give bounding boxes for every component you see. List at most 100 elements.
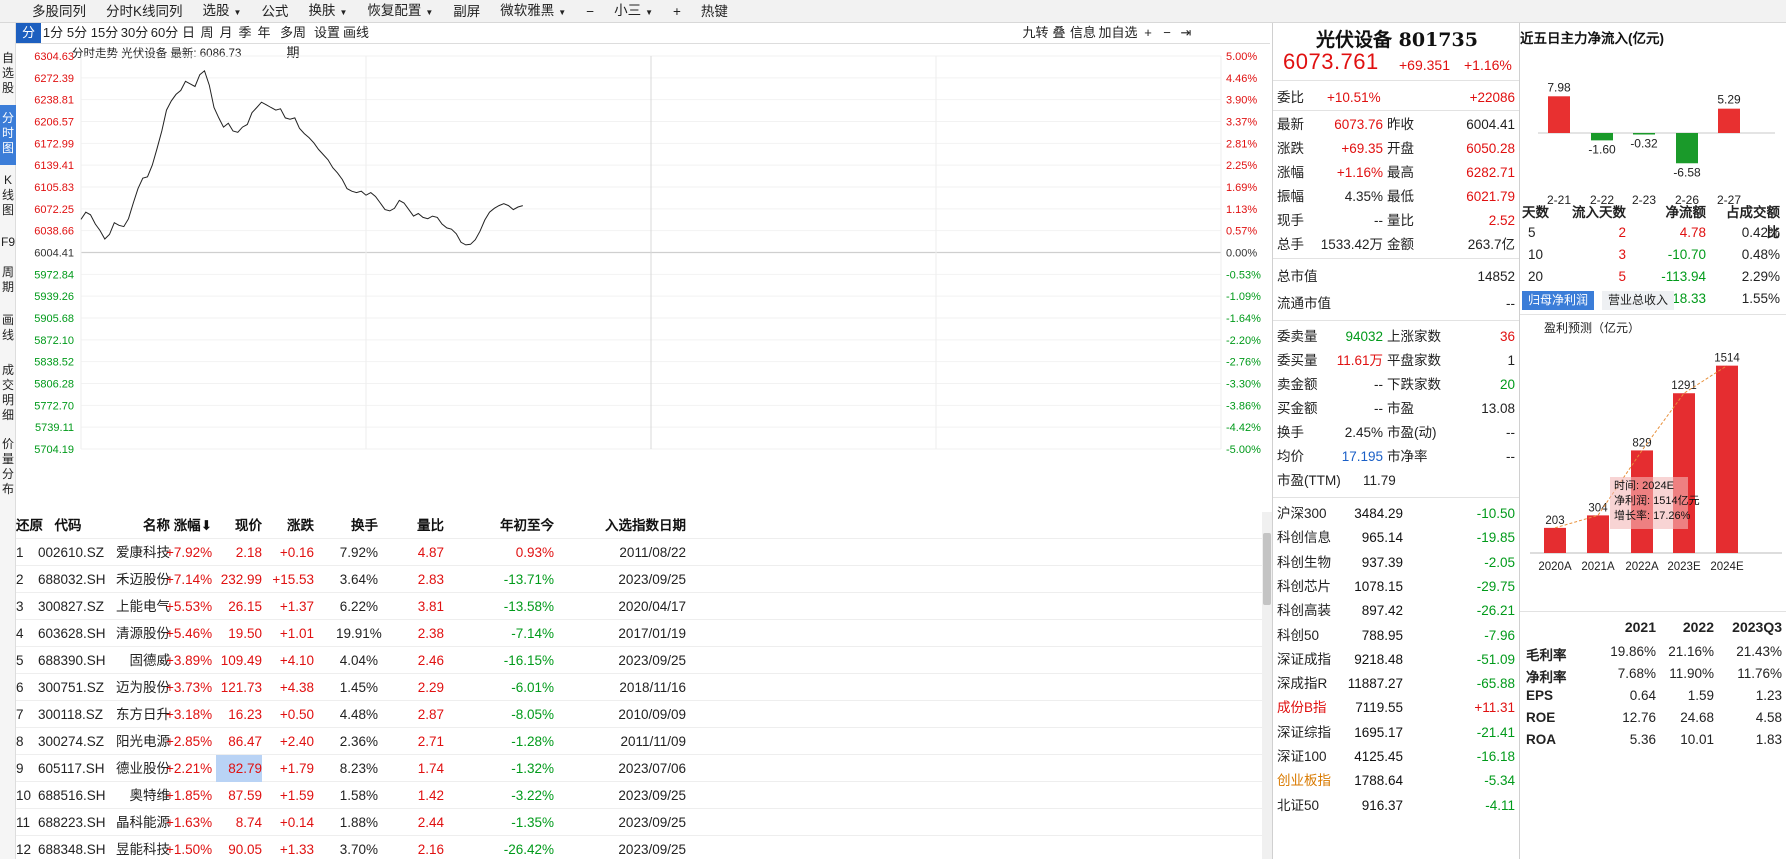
table-row[interactable]: 6 300751.SZ 迈为股份 +3.73% 121.73 +4.38 1.45% 2.29… <box>16 674 1266 701</box>
forecast-tab-0[interactable]: 归母净利润 <box>1522 291 1595 310</box>
forecast-chart: 203 2020A 304 2021A 829 2022A 1291 2023E 1514 202… <box>1530 353 1782 573</box>
chart-tool-0[interactable]: 九转 <box>1022 23 1049 43</box>
period-tab-11[interactable]: 多周期 <box>274 23 312 60</box>
chart-tool-1[interactable]: 叠 <box>1050 23 1068 43</box>
chart-tool-2[interactable]: 信息 <box>1069 23 1097 43</box>
table-row[interactable]: 4 603628.SH 清源股份 +5.46% 19.50 +1.01 19.91% 2.38… <box>16 620 1266 647</box>
cell-name: 禾迈股份 <box>116 572 170 587</box>
column-header-0[interactable]: 还原 <box>16 512 43 539</box>
left-tab-3[interactable]: F9 <box>0 235 16 250</box>
table-row[interactable]: 9 605117.SH 德业股份 +2.21% 82.79 +1.79 8.23% 1.74 -… <box>16 755 1266 782</box>
index-row[interactable]: 成份B指 7119.55 +11.31 <box>1273 695 1519 721</box>
column-header-9[interactable]: 入选指数日期 <box>566 512 686 539</box>
left-tab-6[interactable]: 成交明细 <box>0 363 16 423</box>
toolbar-item-4[interactable]: 换肤 ▼ <box>298 0 357 24</box>
left-tab-5[interactable]: 画线 <box>0 313 16 343</box>
cell-vol-ratio: 2.83 <box>417 572 444 587</box>
table-row[interactable]: 1 002610.SZ 爱康科技 +7.92% 2.18 +0.16 7.92% 4.87 0.… <box>16 539 1266 566</box>
period-tab-1[interactable]: 1分 <box>42 23 64 43</box>
index-row[interactable]: 沪深300 3484.29 -10.50 <box>1273 501 1519 527</box>
left-tab-char: 成 <box>1 363 14 377</box>
column-header-3[interactable]: 涨幅⬇ <box>166 512 212 539</box>
forecast-tab-1[interactable]: 营业总收入 <box>1602 291 1675 310</box>
table-row[interactable]: 8 300274.SZ 阳光电源 +2.85% 86.47 +2.40 2.36% 2.71 -… <box>16 728 1266 755</box>
cell-rank: 11 <box>16 815 31 830</box>
toolbar-item-6[interactable]: 副屏 <box>443 0 490 23</box>
index-name: 深证100 <box>1277 749 1327 764</box>
column-header-5[interactable]: 涨跌 <box>268 512 314 539</box>
period-tab-13[interactable]: 画线 <box>342 23 370 43</box>
index-row[interactable]: 科创信息 965.14 -19.85 <box>1273 525 1519 551</box>
period-tab-5[interactable]: 60分 <box>150 23 179 43</box>
index-row[interactable]: 科创芯片 1078.15 -29.75 <box>1273 574 1519 600</box>
flow-cell: 2 <box>1618 225 1626 240</box>
table-row[interactable]: 5 688390.SH 固德威 +3.89% 109.49 +4.10 4.04% 2.46 -… <box>16 647 1266 674</box>
index-row[interactable]: 科创50 788.95 -7.96 <box>1273 623 1519 649</box>
toolbar-item-2[interactable]: 选股 ▼ <box>193 0 252 24</box>
left-tab-0[interactable]: 自选股 <box>0 51 16 96</box>
period-tab-0[interactable]: 分时 <box>16 23 41 60</box>
chart-tool-4[interactable]: + <box>1139 23 1157 43</box>
cell-ytd: -13.58% <box>503 599 554 614</box>
left-tab-2[interactable]: K线图 <box>0 173 16 218</box>
index-row[interactable]: 深证成指 9218.48 -51.09 <box>1273 647 1519 673</box>
cell-vol-ratio: 2.46 <box>417 653 444 668</box>
period-tab-7[interactable]: 周 <box>198 23 216 43</box>
ratio-value: 1.83 <box>1755 732 1782 747</box>
index-row[interactable]: 科创生物 937.39 -2.05 <box>1273 550 1519 576</box>
column-header-2[interactable]: 名称 <box>110 512 170 539</box>
column-header-7[interactable]: 量比 <box>404 512 444 539</box>
table-row[interactable]: 10 688516.SH 奥特维 +1.85% 87.59 +1.59 1.58% 1.42 -… <box>16 782 1266 809</box>
left-tab-7[interactable]: 价量分布 <box>0 437 16 497</box>
cell-chg-pct: +1.85% <box>166 788 213 803</box>
period-tab-3[interactable]: 15分 <box>90 23 119 43</box>
index-change: -26.21 <box>1476 603 1515 619</box>
toolbar-item-9[interactable]: 小三 ▼ <box>604 0 663 24</box>
table-row[interactable]: 11 688223.SH 晶科能源 +1.63% 8.74 +0.14 1.88% 2.44 -… <box>16 809 1266 836</box>
toolbar-item-1[interactable]: 分时K线同列 <box>96 0 193 23</box>
column-header-8[interactable]: 年初至今 <box>476 512 554 539</box>
pct-tick-label: 3.37% <box>1226 117 1257 129</box>
index-row[interactable]: 深证100 4125.45 -16.18 <box>1273 744 1519 770</box>
ttm-value: 11.79 <box>1363 473 1396 488</box>
flow-cell: 1.55% <box>1741 291 1780 306</box>
table-row[interactable]: 12 688348.SH 昱能科技 +1.50% 90.05 +1.33 3.70% 2.16… <box>16 836 1266 859</box>
table-row[interactable]: 7 300118.SZ 东方日升 +3.18% 16.23 +0.50 4.48% 2.87 -… <box>16 701 1266 728</box>
toolbar-item-5[interactable]: 恢复配置 ▼ <box>357 0 443 24</box>
index-row[interactable]: 深成指R 11887.27 -65.88 <box>1273 671 1519 697</box>
chart-tool-3[interactable]: 加自选 <box>1098 23 1138 43</box>
intraday-chart[interactable]: 分时走势 光伏设备 最新: 6086.73 6304.63 5.00% 6272.39… <box>16 44 1270 512</box>
period-tab-8[interactable]: 月 <box>217 23 235 43</box>
left-tab-4[interactable]: 周期 <box>0 265 16 295</box>
toolbar-item-7[interactable]: 微软雅黑 ▼ <box>490 0 576 24</box>
period-bar: 分时 1分 5分 15分 30分 60分日周月季年多周期 设置 画线 九转叠信息 加自选 + − ⇥ <box>16 23 1270 60</box>
column-header-1[interactable]: 代码 <box>38 512 98 539</box>
period-tab-4[interactable]: 30分 <box>120 23 149 43</box>
index-row[interactable]: 深证综指 1695.17 -21.41 <box>1273 720 1519 746</box>
left-tab-char: 股 <box>1 81 14 95</box>
period-tab-2[interactable]: 5分 <box>65 23 89 43</box>
table-scrollbar-thumb[interactable] <box>1263 533 1271 605</box>
table-row[interactable]: 3 300827.SZ 上能电气 +5.53% 26.15 +1.37 6.22% 3.81 -… <box>16 593 1266 620</box>
ratio-value: 11.76% <box>1737 666 1782 681</box>
ratio-value: 24.68 <box>1680 710 1714 725</box>
toolbar-item-0[interactable]: 多股同列 <box>22 0 96 23</box>
column-header-6[interactable]: 换手 <box>336 512 378 539</box>
toolbar-item-11[interactable]: 热键 <box>691 0 738 23</box>
toolbar-item-10[interactable]: + <box>663 0 691 23</box>
index-row[interactable]: 科创高装 897.42 -26.21 <box>1273 598 1519 624</box>
toolbar-item-3[interactable]: 公式 <box>251 0 298 23</box>
period-tab-9[interactable]: 季 <box>236 23 254 43</box>
toolbar-item-8[interactable]: − <box>576 0 604 23</box>
left-tab-1[interactable]: 分时图 <box>0 105 16 165</box>
chart-tool-5[interactable]: − <box>1158 23 1176 43</box>
table-row[interactable]: 2 688032.SH 禾迈股份 +7.14% 232.99 +15.53 3.64% 2.8… <box>16 566 1266 593</box>
period-tab-10[interactable]: 年 <box>255 23 273 43</box>
quote-label: 现手 <box>1277 213 1304 228</box>
period-tab-6[interactable]: 日 <box>180 23 197 43</box>
column-header-4[interactable]: 现价 <box>216 512 262 539</box>
index-row[interactable]: 北证50 916.37 -4.11 <box>1273 793 1519 819</box>
index-row[interactable]: 创业板指 1788.64 -5.34 <box>1273 768 1519 794</box>
period-tab-12[interactable]: 设置 <box>313 23 341 43</box>
chart-tool-6[interactable]: ⇥ <box>1177 23 1195 43</box>
